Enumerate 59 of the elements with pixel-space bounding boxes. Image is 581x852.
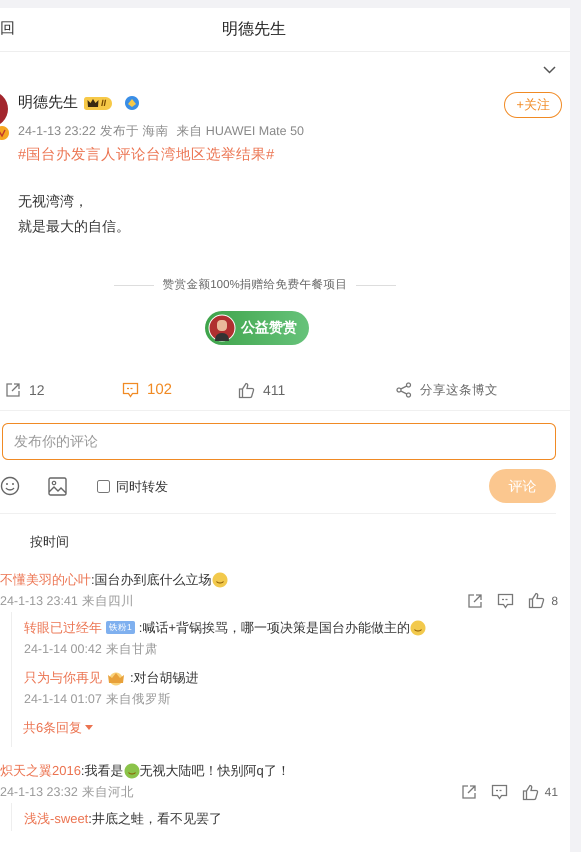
comment-icon[interactable] bbox=[490, 784, 508, 800]
user-name[interactable]: 浅浅-sweet bbox=[24, 809, 88, 830]
comment-time: 24-1-13 23:41 bbox=[0, 592, 78, 610]
post-text-line: 无视湾湾， bbox=[18, 192, 89, 210]
comment-location: 来自四川 bbox=[82, 592, 134, 610]
comment-action[interactable]: 102 bbox=[122, 379, 238, 402]
share-arrow-icon[interactable] bbox=[460, 784, 477, 800]
reply-time: 24-1-14 00:42 bbox=[24, 640, 102, 658]
comment-text: :国台办到底什么立场 bbox=[91, 570, 212, 589]
repost-checkbox[interactable] bbox=[97, 480, 110, 493]
image-icon[interactable] bbox=[48, 476, 67, 496]
like-button[interactable]: 41 bbox=[522, 783, 558, 802]
emoji-icon[interactable] bbox=[0, 476, 20, 496]
comment-text: :井底之蛙，看不见罢了 bbox=[88, 810, 222, 828]
caret-icon bbox=[85, 725, 94, 730]
post-time: 24-1-13 23:22 bbox=[18, 123, 96, 140]
comment-icon[interactable] bbox=[497, 592, 514, 609]
page-title: 明德先生 bbox=[222, 20, 286, 40]
figure-icon bbox=[208, 314, 236, 342]
user-name[interactable]: 炽天之翼2016 bbox=[0, 761, 81, 782]
reply-location: 来自俄罗斯 bbox=[106, 690, 171, 708]
comment-time: 24-1-13 23:32 bbox=[0, 784, 78, 802]
thumbs-up-icon[interactable] bbox=[238, 382, 255, 399]
more-replies-link[interactable]: 共6条回复 bbox=[23, 712, 94, 748]
medal-icon bbox=[124, 95, 140, 112]
comment-text: :我看是 bbox=[80, 762, 124, 780]
reward-note: 赞赏金额100%捐赠给免费午餐项目 bbox=[162, 278, 348, 292]
comment-location: 来自河北 bbox=[82, 784, 134, 802]
post-text-line: 就是最大的自信。 bbox=[18, 216, 131, 236]
crown-icon bbox=[106, 670, 126, 686]
reply-location: 来自甘肃 bbox=[106, 640, 158, 658]
user-name[interactable]: 转眼已过经年 bbox=[24, 618, 102, 638]
sort-option[interactable]: 按时间 bbox=[30, 534, 69, 549]
post-source: 来自 HUAWEI Mate 50 bbox=[176, 123, 304, 140]
reward-button[interactable]: 公益赞赏 bbox=[205, 310, 309, 345]
comment-text: :对台胡锡进 bbox=[130, 668, 199, 687]
comment-text: 无视大陆吧！快别阿q了！ bbox=[140, 762, 290, 780]
comment-input[interactable]: 发布你的评论 bbox=[2, 422, 556, 460]
repost-label: 同时转发 bbox=[116, 478, 168, 496]
post-location: 发布于 海南 bbox=[100, 123, 168, 140]
comment-icon[interactable] bbox=[122, 382, 139, 398]
user-name[interactable]: 只为与你再见 bbox=[24, 668, 102, 688]
follow-button[interactable]: +关注 bbox=[504, 92, 562, 118]
share-action[interactable]: 分享这条博文 bbox=[396, 380, 570, 400]
author-name[interactable]: 明德先生 bbox=[18, 92, 78, 114]
user-name[interactable]: 不懂美羽的心叶 bbox=[0, 570, 91, 590]
chevron-down-icon[interactable] bbox=[543, 66, 556, 74]
comment-text: :喊话+背锅挨骂，哪一项决策是国台办能做主的 bbox=[138, 618, 410, 637]
share-arrow-icon[interactable] bbox=[467, 592, 484, 609]
reply-time: 24-1-14 01:07 bbox=[24, 690, 102, 708]
like-action[interactable]: 411 bbox=[238, 380, 396, 401]
back-link[interactable]: 回 bbox=[0, 18, 20, 41]
like-button[interactable]: 8 bbox=[528, 592, 558, 610]
repost-action[interactable]: 12 bbox=[5, 380, 122, 401]
share-arrow-icon[interactable] bbox=[5, 382, 21, 398]
fan-badge: 铁粉1 bbox=[106, 621, 135, 634]
hashtag-link[interactable]: #国台办发言人评论台湾地区选举结果# bbox=[18, 144, 274, 166]
share-icon[interactable] bbox=[396, 382, 412, 398]
vip-badge: II bbox=[84, 96, 112, 110]
